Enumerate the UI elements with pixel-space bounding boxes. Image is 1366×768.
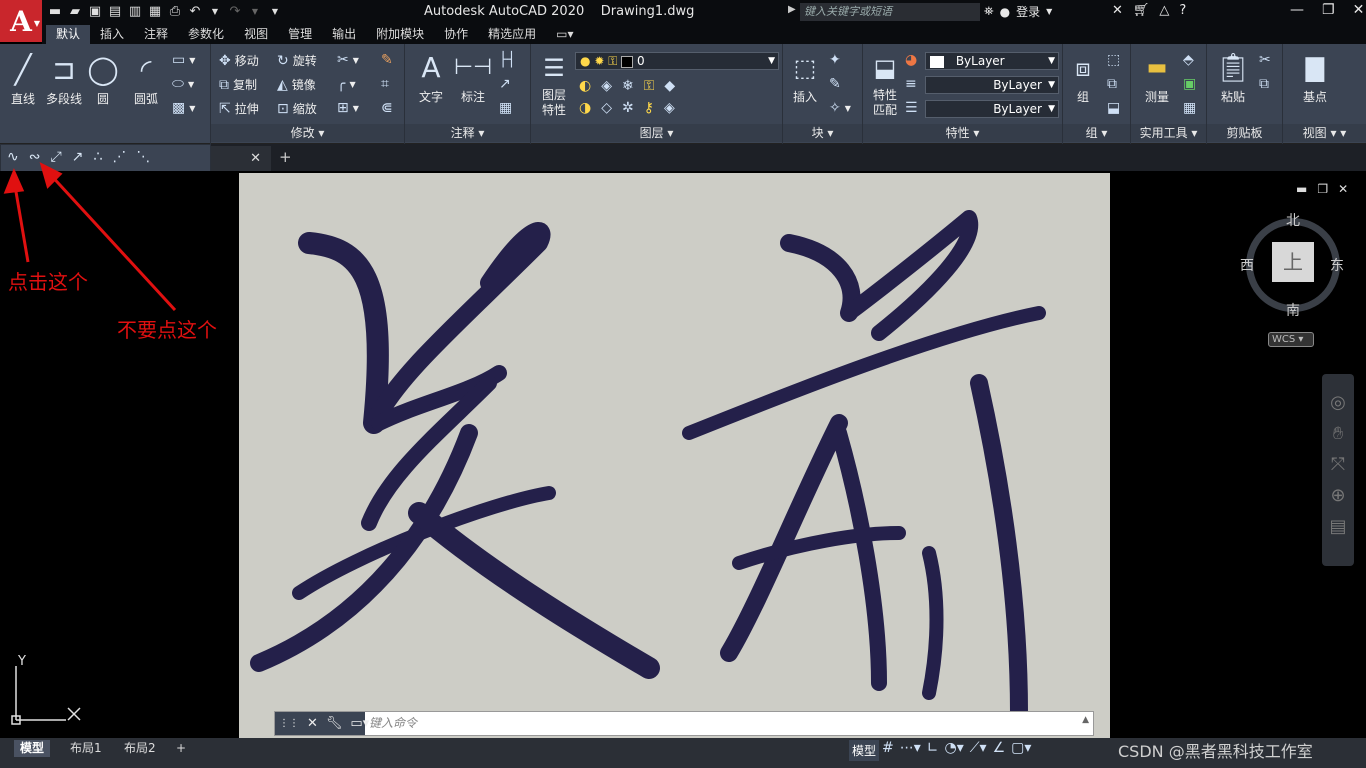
steering-wheel-icon[interactable]: ◎ [1330,392,1346,413]
polar-icon[interactable]: ◔▾ [945,740,964,756]
command-recent-icon[interactable]: ▭▾ [350,716,369,731]
command-customize-icon[interactable]: 🔧︎ [326,716,343,731]
navigation-bar: ◎ ✋︎ ⤧ ⊕ ▤ [1322,374,1354,566]
autocad-window: ▬ ▰ ▣ ▤ ▥ ▦ ⎙ ↶ ▼ ↷ ▼ ▼ Autodesk AutoCAD… [0,0,1366,768]
grid-icon[interactable]: # [882,740,894,756]
annotation-click-this: 点击这个 [8,270,88,294]
arrowhead-1 [3,168,25,194]
isodraft-icon[interactable]: ⟋▾ [970,740,987,756]
add-layout-icon[interactable]: + [170,740,192,757]
compass-west[interactable]: 西 [1240,255,1254,275]
showmotion-icon[interactable]: ▤ [1329,516,1346,537]
object-snap-icon[interactable]: ▢▾ [1011,740,1031,756]
command-grip-icon[interactable]: ⋮⋮ [279,718,299,729]
compass-north[interactable]: 北 [1286,210,1300,230]
viewcube-top-face[interactable]: 上 [1272,242,1314,282]
tab-layout2[interactable]: 布局2 [118,740,162,757]
snap-icon[interactable]: ⋯▾ [900,740,921,756]
annotation-dont-click: 不要点这个 [117,318,217,342]
orbit-icon[interactable]: ⊕ [1330,485,1345,506]
viewport-minimize-icon[interactable]: ▬ [1296,182,1307,196]
tab-model[interactable]: 模型 [14,740,51,757]
watermark: CSDN @黑者黑科技工作室 [1118,742,1313,761]
command-line: ⋮⋮ ✕ 🔧︎ ▭▾ 键入命令 ▲ [274,711,1094,736]
command-input[interactable]: 键入命令 [369,712,417,735]
wcs-menu[interactable]: WCS ▾ [1268,332,1314,347]
compass-east[interactable]: 东 [1330,255,1344,275]
status-bar: 模型 布局1 布局2 + 模型 # ⋯▾ ∟ ◔▾ ⟋▾ ∠ ▢▾ CSDN @… [0,738,1366,768]
ortho-icon[interactable]: ∟ [927,740,939,756]
command-close-icon[interactable]: ✕ [307,716,318,731]
tab-layout1[interactable]: 布局1 [64,740,108,757]
annotation-arrows [3,162,177,312]
model-space-button[interactable]: 模型 [849,740,880,761]
arrow-to-spline-fit [12,179,30,263]
wcs-label: WCS [1272,334,1296,345]
ucs-y-label: Y [18,654,26,669]
status-toggles: # ⋯▾ ∟ ◔▾ ⟋▾ ∠ ▢▾ [882,740,1031,756]
viewport-restore-icon[interactable]: ❐ [1317,182,1328,196]
command-history-icon[interactable]: ▲ [1082,715,1089,725]
pan-icon[interactable]: ✋︎ [1333,423,1343,444]
viewport-controls: ▬ ❐ ✕ [1296,182,1348,196]
command-line-controls: ⋮⋮ ✕ 🔧︎ ▭▾ [275,712,369,735]
object-snap-tracking-icon[interactable]: ∠ [993,740,1006,756]
zoom-extents-icon[interactable]: ⤧ [1331,454,1345,475]
compass-south[interactable]: 南 [1286,300,1300,320]
viewport-close-icon[interactable]: ✕ [1338,182,1348,196]
